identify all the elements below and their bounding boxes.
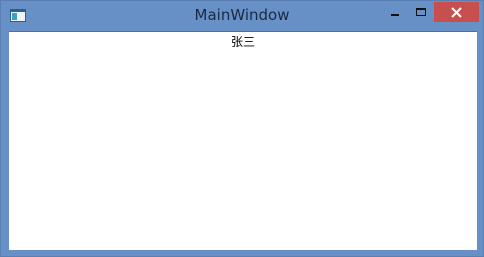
maximize-icon — [416, 8, 426, 16]
main-window: MainWindow 张三 — [0, 0, 484, 257]
close-button[interactable] — [434, 2, 479, 22]
name-label: 张三 — [230, 35, 255, 49]
client-area: 张三 — [9, 31, 477, 250]
minimize-icon — [391, 14, 399, 16]
title-bar[interactable]: MainWindow — [1, 1, 483, 31]
app-icon-pane — [12, 13, 17, 20]
maximize-button[interactable] — [408, 2, 434, 22]
app-window-icon[interactable] — [10, 9, 26, 22]
app-icon-bar — [11, 10, 25, 12]
close-icon — [451, 7, 462, 18]
minimize-button[interactable] — [382, 2, 408, 22]
